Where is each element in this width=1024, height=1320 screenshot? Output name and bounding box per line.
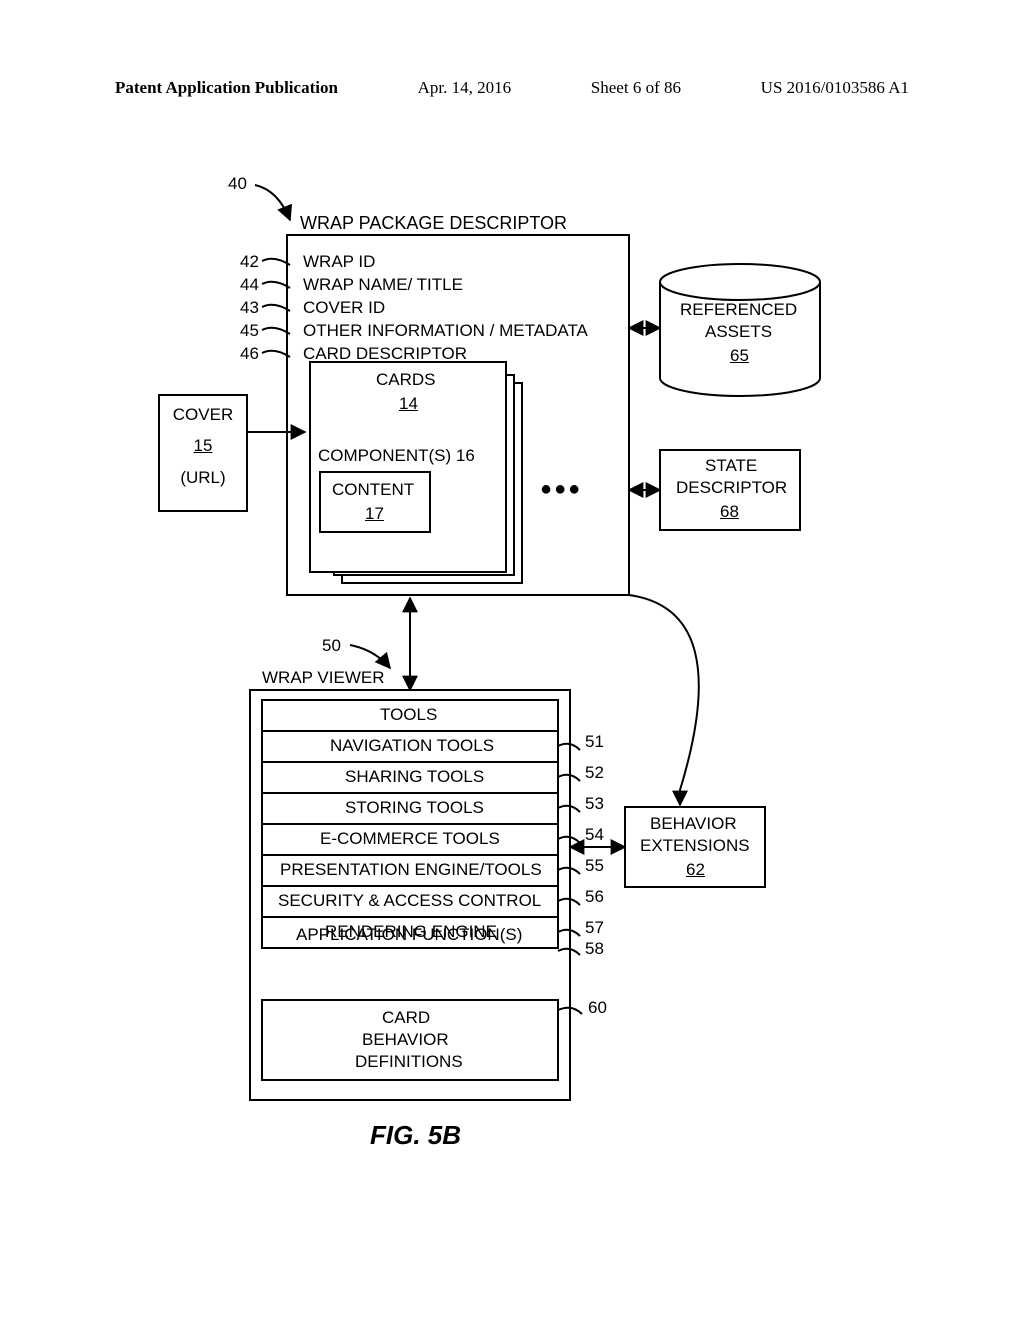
ref-44: 44	[240, 275, 259, 295]
cover-ref: 15	[160, 435, 246, 456]
diagram: 40 WRAP PACKAGE DESCRIPTOR 42 WRAP ID 44…	[0, 0, 1024, 1320]
ref-45: 45	[240, 321, 259, 341]
label-card-descriptor: CARD DESCRIPTOR	[303, 344, 467, 364]
ref-assets-l1: REFERENCED	[680, 300, 797, 320]
tool-5-ref: 55	[585, 856, 604, 876]
behavior-ext-l1: BEHAVIOR	[650, 814, 737, 834]
viewer-title: WRAP VIEWER	[262, 668, 384, 688]
ref-46: 46	[240, 344, 259, 364]
tool-2-ref: 52	[585, 763, 604, 783]
tool-7-ref: 57	[585, 918, 604, 938]
ref-50: 50	[322, 636, 341, 656]
tools-title: TOOLS	[380, 705, 437, 725]
content-label: CONTENT	[332, 480, 414, 500]
ellipsis-icon: ●●●	[540, 478, 582, 501]
tool-5-label: PRESENTATION ENGINE/TOOLS	[280, 860, 542, 880]
content-ref: 17	[365, 504, 384, 524]
state-ref: 68	[720, 502, 739, 522]
tool-8-ref: 58	[585, 939, 604, 959]
tool-1-ref: 51	[585, 732, 604, 752]
label-cover-id: COVER ID	[303, 298, 385, 318]
state-l1: STATE	[705, 456, 757, 476]
state-l2: DESCRIPTOR	[676, 478, 787, 498]
card-behavior-l2: BEHAVIOR	[362, 1030, 449, 1050]
tool-6-label: SECURITY & ACCESS CONTROL	[278, 891, 541, 911]
ref-42: 42	[240, 252, 259, 272]
label-wrap-id: WRAP ID	[303, 252, 375, 272]
tool-8-label: APPLICATION FUNCTION(S)	[296, 925, 522, 945]
ref-40: 40	[228, 174, 247, 194]
card-behavior-ref: 60	[588, 998, 607, 1018]
card-behavior-l3: DEFINITIONS	[355, 1052, 463, 1072]
tool-4-label: E-COMMERCE TOOLS	[320, 829, 500, 849]
tool-6-ref: 56	[585, 887, 604, 907]
tool-3-label: STORING TOOLS	[345, 798, 484, 818]
tool-2-label: SHARING TOOLS	[345, 767, 484, 787]
ref-43: 43	[240, 298, 259, 318]
tool-1-label: NAVIGATION TOOLS	[330, 736, 494, 756]
cover-box: COVER 15 (URL)	[158, 394, 248, 512]
cover-sub: (URL)	[160, 467, 246, 488]
tool-4-ref: 54	[585, 825, 604, 845]
ref-assets-l2: ASSETS	[705, 322, 772, 342]
figure-label: FIG. 5B	[370, 1120, 461, 1151]
behavior-ext-l2: EXTENSIONS	[640, 836, 750, 856]
card-behavior-l1: CARD	[382, 1008, 430, 1028]
ref-assets-ref: 65	[730, 346, 749, 366]
tool-3-ref: 53	[585, 794, 604, 814]
cards-label: CARDS	[376, 370, 436, 390]
label-wrap-name: WRAP NAME/ TITLE	[303, 275, 463, 295]
label-meta: OTHER INFORMATION / METADATA	[303, 321, 588, 341]
cards-ref: 14	[399, 394, 418, 414]
descriptor-title: WRAP PACKAGE DESCRIPTOR	[300, 213, 567, 234]
components-label: COMPONENT(S) 16	[318, 446, 475, 466]
behavior-ext-ref: 62	[686, 860, 705, 880]
cover-label: COVER	[160, 404, 246, 425]
